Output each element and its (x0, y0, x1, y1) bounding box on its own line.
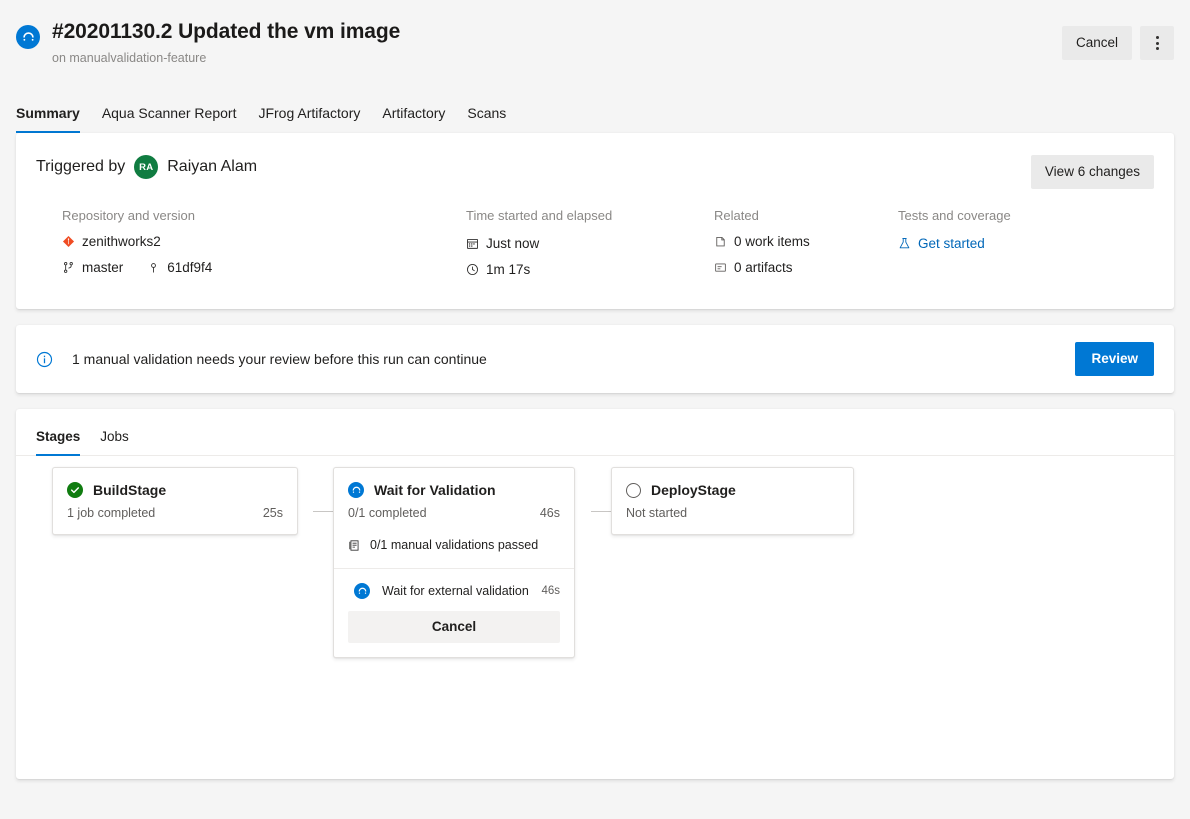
meta-column-related: Related 0 work items 0 artifact (714, 207, 898, 285)
header-actions: Cancel (1062, 26, 1174, 60)
branch-row[interactable]: master (62, 257, 123, 278)
manual-validation-banner: 1 manual validation needs your review be… (16, 325, 1174, 393)
repository-diamond-icon (62, 235, 75, 248)
title-row: #20201130.2 Updated the vm image on manu… (16, 18, 1174, 67)
stage-status-text: 0/1 completed (348, 506, 427, 520)
stages-tabbar: Stages Jobs (16, 409, 1174, 456)
run-summary-card: Triggered by RA Raiyan Alam View 6 chang… (16, 133, 1174, 309)
stage-card-wait-for-validation[interactable]: Wait for Validation 0/1 completed 46s 0/… (333, 467, 575, 658)
info-circle-icon (36, 351, 53, 368)
branch-icon (62, 261, 75, 274)
check-name: Wait for external validation (382, 584, 541, 598)
azure-pipelines-icon (348, 482, 364, 498)
time-elapsed-value: 1m 17s (486, 259, 530, 280)
stage-cancel-button[interactable]: Cancel (348, 611, 560, 643)
stages-canvas: BuildStage 1 job completed 25s Wait (16, 456, 1174, 776)
stage-name: Wait for Validation (374, 482, 496, 498)
page-title: #20201130.2 Updated the vm image (52, 18, 1174, 46)
stage-duration: 46s (540, 506, 560, 520)
tab-jfrog-artifactory[interactable]: JFrog Artifactory (247, 97, 371, 133)
stage-header: DeployStage (612, 468, 853, 498)
triggered-by-label: Triggered by (36, 158, 125, 176)
tab-artifactory[interactable]: Artifactory (371, 97, 456, 133)
azure-pipelines-icon (354, 583, 370, 599)
stage-name: DeployStage (651, 482, 736, 498)
stage-subtext-row: 1 job completed 25s (53, 498, 297, 534)
stage-header: Wait for Validation (334, 468, 574, 498)
artifacts-row: 0 artifacts (714, 257, 898, 278)
success-check-icon (67, 482, 83, 498)
stage-header: BuildStage (53, 468, 297, 498)
azure-pipelines-icon (16, 25, 40, 49)
meta-column-time: Time started and elapsed Just now (466, 207, 714, 285)
tab-jobs[interactable]: Jobs (90, 427, 139, 455)
run-tabs: Summary Aqua Scanner Report JFrog Artifa… (16, 97, 517, 133)
run-metadata-grid: Repository and version zenithworks2 (36, 207, 1154, 285)
stages-card: Stages Jobs BuildStage 1 job completed 2… (16, 409, 1174, 779)
repository-row[interactable]: zenithworks2 (62, 231, 466, 252)
stage-subtext-row: 0/1 completed 46s (334, 498, 574, 534)
stage-status-text: 1 job completed (67, 506, 155, 520)
clock-icon (466, 263, 479, 276)
tab-scans[interactable]: Scans (456, 97, 517, 133)
cancel-run-button[interactable]: Cancel (1062, 26, 1132, 60)
meta-heading-time: Time started and elapsed (466, 207, 714, 225)
review-button[interactable]: Review (1075, 342, 1154, 376)
more-actions-button[interactable] (1140, 26, 1174, 60)
artifacts-count: 0 artifacts (734, 257, 793, 278)
stage-status-text: Not started (626, 506, 687, 520)
check-row-external-validation[interactable]: Wait for external validation 46s (334, 569, 574, 611)
meta-heading-repository: Repository and version (62, 207, 466, 225)
artifact-icon (714, 261, 727, 274)
triggered-by-user: Raiyan Alam (167, 158, 257, 176)
run-branch-subtitle: on manualvalidation-feature (52, 49, 1174, 67)
tests-get-started-link[interactable]: Get started (918, 233, 985, 254)
stage-subtext-row: Not started (612, 498, 853, 534)
commit-hash: 61df9f4 (167, 257, 212, 278)
tab-aqua-scanner-report[interactable]: Aqua Scanner Report (91, 97, 248, 133)
validation-banner-message: 1 manual validation needs your review be… (72, 351, 487, 367)
triggered-by-row: Triggered by RA Raiyan Alam (36, 155, 1154, 179)
not-started-circle-icon (626, 483, 641, 498)
beaker-icon (898, 237, 911, 250)
meta-heading-related: Related (714, 207, 898, 225)
tab-stages[interactable]: Stages (36, 427, 90, 455)
work-items-row: 0 work items (714, 231, 898, 252)
commit-row[interactable]: 61df9f4 (147, 257, 212, 278)
work-item-icon (714, 235, 727, 248)
repository-name: zenithworks2 (82, 231, 161, 252)
tests-get-started-row[interactable]: Get started (898, 233, 1118, 254)
page-header: #20201130.2 Updated the vm image on manu… (0, 0, 1190, 133)
repository-version-row: master 61df9f4 (62, 257, 466, 278)
check-duration: 46s (541, 585, 560, 597)
manual-validations-text: 0/1 manual validations passed (370, 538, 538, 552)
view-changes-button[interactable]: View 6 changes (1031, 155, 1154, 189)
calendar-icon (466, 237, 479, 250)
manual-validations-row: 0/1 manual validations passed (334, 534, 574, 568)
time-started-row: Just now (466, 233, 714, 254)
stage-duration: 25s (263, 506, 283, 520)
meta-heading-tests: Tests and coverage (898, 207, 1118, 225)
kebab-menu-icon (1156, 36, 1159, 50)
stage-name: BuildStage (93, 482, 166, 498)
time-elapsed-row: 1m 17s (466, 259, 714, 280)
stage-card-buildstage[interactable]: BuildStage 1 job completed 25s (52, 467, 298, 535)
time-started-value: Just now (486, 233, 539, 254)
meta-column-tests: Tests and coverage Get started (898, 207, 1118, 285)
meta-column-repository: Repository and version zenithworks2 (36, 207, 466, 285)
work-items-count: 0 work items (734, 231, 810, 252)
tab-summary[interactable]: Summary (16, 97, 91, 133)
title-block: #20201130.2 Updated the vm image on manu… (52, 18, 1174, 67)
avatar: RA (134, 155, 158, 179)
stage-card-deploystage[interactable]: DeployStage Not started (611, 467, 854, 535)
checklist-icon (348, 539, 361, 552)
commit-icon (147, 261, 160, 274)
branch-name: master (82, 257, 123, 278)
